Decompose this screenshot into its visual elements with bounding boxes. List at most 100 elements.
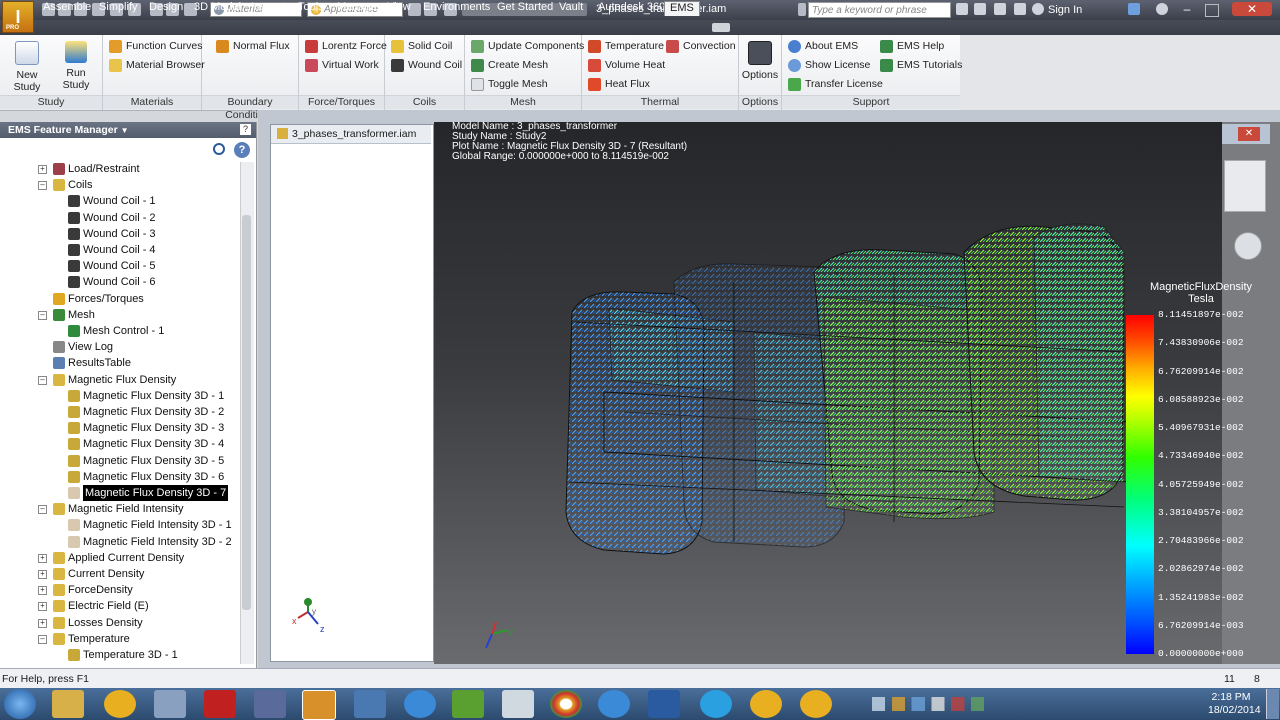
tree-item[interactable]: Magnetic Flux Density 3D - 5 — [0, 453, 240, 469]
expand-icon[interactable]: + — [38, 553, 47, 563]
tree-scrollbar-thumb[interactable] — [242, 215, 251, 610]
tree-item[interactable]: Wound Coil - 2 — [0, 210, 240, 226]
start-button[interactable] — [4, 689, 36, 719]
tree-item[interactable]: – Magnetic Flux Density — [0, 372, 240, 388]
tree-item[interactable]: Magnetic Flux Density 3D - 4 — [0, 436, 240, 452]
volume-heat-button[interactable]: Volume Heat — [588, 56, 665, 74]
graphics-viewport[interactable] — [434, 122, 1222, 664]
options-button[interactable]: Options — [739, 39, 781, 81]
minimize-button[interactable]: – — [1180, 2, 1194, 16]
tab-view[interactable]: View — [382, 1, 416, 15]
tab-design[interactable]: Design — [144, 1, 188, 15]
tree-item[interactable]: Forces/Torques — [0, 291, 240, 307]
normal-flux-button[interactable]: Normal Flux — [216, 37, 290, 55]
system-tray-icons[interactable] — [872, 697, 1202, 711]
app-flower-icon[interactable] — [104, 690, 136, 718]
solidworks-icon[interactable] — [204, 690, 236, 718]
collapse-icon[interactable]: – — [38, 310, 47, 320]
search-expand-icon[interactable] — [798, 3, 806, 16]
tree-item[interactable]: Wound Coil - 6 — [0, 274, 240, 290]
expand-icon[interactable]: + — [38, 586, 47, 596]
floating-close-button[interactable]: ✕ — [1238, 127, 1260, 141]
tree-item[interactable]: Wound Coil - 3 — [0, 226, 240, 242]
tree-item[interactable]: Mesh Control - 1 — [0, 323, 240, 339]
tree-item[interactable]: Magnetic Flux Density 3D - 6 — [0, 469, 240, 485]
wound-coil-button[interactable]: Wound Coil — [391, 56, 462, 74]
app-hanger-icon[interactable] — [502, 690, 534, 718]
teamviewer-icon[interactable] — [598, 690, 630, 718]
ribbon-toggle-icon[interactable] — [712, 23, 730, 32]
tree-item[interactable]: Wound Coil - 4 — [0, 242, 240, 258]
tab-inspect[interactable]: Inspect — [246, 1, 291, 15]
lorentz-force-button[interactable]: Lorentz Force — [305, 37, 387, 55]
tree-item[interactable]: – Mesh — [0, 307, 240, 323]
tree-item[interactable]: Magnetic Flux Density 3D - 1 — [0, 388, 240, 404]
tab-manage[interactable]: Manage — [332, 1, 382, 15]
maximize-button[interactable] — [1205, 4, 1219, 17]
expand-icon[interactable]: + — [38, 618, 47, 628]
help-icon[interactable] — [1156, 3, 1168, 15]
function-curves-button[interactable]: Function Curves — [109, 37, 202, 55]
run-study-button[interactable]: Run Study — [53, 39, 99, 91]
tab-simplify[interactable]: Simplify — [94, 1, 143, 15]
show-license-button[interactable]: Show License — [788, 56, 870, 74]
tree-item[interactable]: – Temperature — [0, 631, 240, 647]
inventor-icon[interactable] — [302, 690, 336, 720]
tree-item[interactable]: + Current Density — [0, 566, 240, 582]
binoculars-icon[interactable] — [956, 3, 968, 15]
navigation-wheel-icon[interactable] — [1234, 232, 1262, 260]
tree-item[interactable]: – Coils — [0, 177, 240, 193]
tab-assemble[interactable]: Assemble — [38, 1, 96, 15]
exchange-icon[interactable] — [1128, 3, 1140, 15]
tree-item[interactable]: + Applied Current Density — [0, 550, 240, 566]
tree-item[interactable]: Magnetic Flux Density 3D - 3 — [0, 420, 240, 436]
tree-item[interactable]: – Magnetic Field Intensity — [0, 501, 240, 517]
tree-item[interactable]: + Electric Field (E) — [0, 598, 240, 614]
explorer-icon[interactable] — [52, 690, 84, 718]
clock[interactable]: 2:18 PM 18/02/2014 — [1208, 691, 1261, 717]
material-browser-button[interactable]: Material Browser — [109, 56, 205, 74]
tab-tools[interactable]: Tools — [293, 1, 329, 15]
collapse-icon[interactable]: – — [38, 634, 47, 644]
tree-item[interactable]: ResultsTable — [0, 355, 240, 371]
tree-item[interactable]: Magnetic Field Intensity 3D - 2 — [0, 534, 240, 550]
ems-tutorials-button[interactable]: EMS Tutorials — [880, 56, 962, 74]
temperature-button[interactable]: Temperature — [588, 37, 664, 55]
app-icon[interactable] — [354, 690, 386, 718]
favorites-icon[interactable] — [1014, 3, 1026, 15]
app-flower-icon[interactable] — [800, 690, 832, 718]
collapse-icon[interactable]: – — [38, 505, 47, 515]
create-mesh-button[interactable]: Create Mesh — [471, 56, 548, 74]
subscription-icon[interactable] — [994, 3, 1006, 15]
tab-vault[interactable]: Vault — [554, 1, 588, 15]
expand-icon[interactable]: + — [38, 165, 47, 174]
transfer-license-button[interactable]: Transfer License — [788, 75, 883, 93]
chrome-icon[interactable] — [550, 690, 582, 718]
collapse-icon[interactable]: – — [38, 375, 47, 385]
tree-item[interactable]: Magnetic Flux Density 3D - 7 — [0, 485, 240, 501]
application-menu-button[interactable]: I PRO — [2, 1, 34, 33]
toggle-mesh-button[interactable]: Toggle Mesh — [471, 75, 548, 93]
word-icon[interactable] — [648, 690, 680, 718]
help-search-input[interactable]: Type a keyword or phrase — [808, 2, 951, 18]
tab-3d-model[interactable]: 3D Model — [189, 1, 246, 15]
tree-item[interactable]: Magnetic Flux Density 3D - 2 — [0, 404, 240, 420]
solid-coil-button[interactable]: Solid Coil — [391, 37, 452, 55]
ems-help-button[interactable]: EMS Help — [880, 37, 944, 55]
tree-item[interactable]: Wound Coil - 1 — [0, 193, 240, 209]
tab-environments[interactable]: Environments — [418, 1, 495, 15]
user-icon[interactable] — [1032, 3, 1044, 15]
tree-item[interactable]: View Log — [0, 339, 240, 355]
feature-manager-header[interactable]: EMS Feature Manager ▼ — [0, 122, 256, 138]
show-desktop-button[interactable] — [1266, 689, 1279, 719]
sign-in-link[interactable]: Sign In — [1048, 4, 1082, 16]
convection-button[interactable]: Convection — [666, 37, 736, 55]
tools-icon[interactable] — [974, 3, 986, 15]
about-ems-button[interactable]: About EMS — [788, 37, 858, 55]
expand-icon[interactable]: + — [38, 570, 47, 579]
expand-icon[interactable]: + — [38, 602, 47, 612]
new-study-button[interactable]: New Study — [4, 39, 50, 93]
tab-ems[interactable]: EMS — [664, 1, 700, 16]
heat-flux-button[interactable]: Heat Flux — [588, 75, 650, 93]
link-icon[interactable] — [254, 690, 286, 718]
